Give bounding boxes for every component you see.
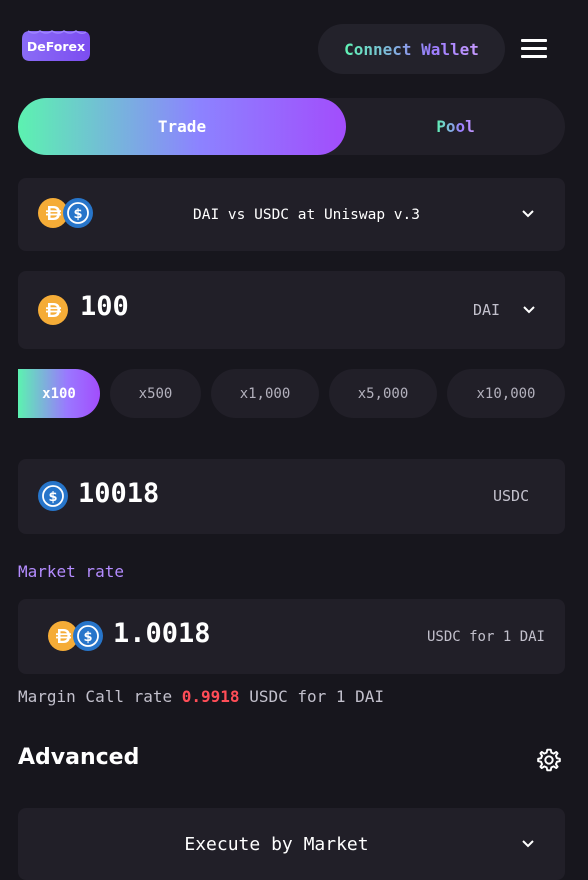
chevron-down-icon	[522, 210, 534, 218]
market-rate-value: 1.0018	[113, 618, 211, 649]
leverage-option-x500[interactable]: x500	[110, 369, 201, 418]
leverage-option-x5000[interactable]: x5,000	[329, 369, 437, 418]
leverage-option-x10000[interactable]: x10,000	[447, 369, 565, 418]
execution-type-dropdown[interactable]: Execute by Market	[18, 808, 565, 880]
chevron-down-icon	[523, 306, 535, 314]
tab-trade-label: Trade	[157, 117, 207, 136]
execution-type-label: Execute by Market	[184, 833, 369, 855]
tab-trade[interactable]: Trade	[18, 98, 346, 155]
tab-pool[interactable]: Pool	[346, 98, 565, 155]
deforex-logo[interactable]: DeForex	[20, 29, 92, 63]
hamburger-menu-icon[interactable]	[521, 39, 547, 59]
svg-text:$: $	[83, 630, 92, 645]
pair-label: DAI vs USDC at Uniswap v.3	[193, 206, 420, 223]
currency-selector[interactable]: DAI	[468, 271, 548, 349]
leverage-option-label: x10,000	[476, 385, 536, 402]
result-currency: USDC	[493, 487, 530, 505]
amount-input[interactable]: 100 DAI	[18, 271, 565, 349]
leverage-option-label: x1,000	[239, 385, 291, 402]
margin-call-suffix: USDC for 1 DAI	[239, 687, 385, 706]
leverage-option-label: x500	[138, 385, 173, 402]
leverage-option-x100[interactable]: x100	[18, 369, 100, 418]
leverage-option-label: x100	[42, 385, 76, 402]
connect-wallet-label: Connect Wallet	[344, 39, 479, 59]
result-output: $ 10018 USDC	[18, 459, 565, 534]
margin-call-rate: Margin Call rate 0.9918 USDC for 1 DAI	[18, 687, 384, 706]
margin-call-value: 0.9918	[181, 687, 240, 706]
tab-pool-label: Pool	[436, 117, 475, 136]
usdc-icon: $	[73, 621, 103, 651]
logo-text: DeForex	[26, 38, 86, 54]
advanced-title: Advanced	[18, 745, 140, 770]
amount-value[interactable]: 100	[80, 291, 129, 322]
result-value: 10018	[78, 478, 160, 509]
svg-text:$: $	[73, 207, 82, 222]
market-rate-label: Market rate	[18, 562, 124, 581]
trade-pool-tabs: Trade Pool	[18, 98, 565, 155]
pair-selector[interactable]: $ DAI vs USDC at Uniswap v.3	[18, 178, 565, 251]
leverage-option-x1000[interactable]: x1,000	[211, 369, 319, 418]
svg-text:$: $	[48, 490, 57, 505]
gear-icon[interactable]	[536, 747, 562, 773]
currency-label: DAI	[473, 301, 501, 319]
margin-call-prefix: Margin Call rate	[18, 687, 182, 706]
connect-wallet-button[interactable]: Connect Wallet	[318, 24, 505, 74]
chevron-down-icon	[522, 840, 534, 848]
leverage-option-label: x5,000	[357, 385, 409, 402]
market-rate-unit: USDC for 1 DAI	[426, 628, 545, 645]
usdc-icon: $	[63, 198, 93, 228]
usdc-icon: $	[38, 481, 68, 511]
dai-icon	[38, 295, 68, 325]
market-rate-card: $ 1.0018 USDC for 1 DAI	[18, 599, 565, 674]
